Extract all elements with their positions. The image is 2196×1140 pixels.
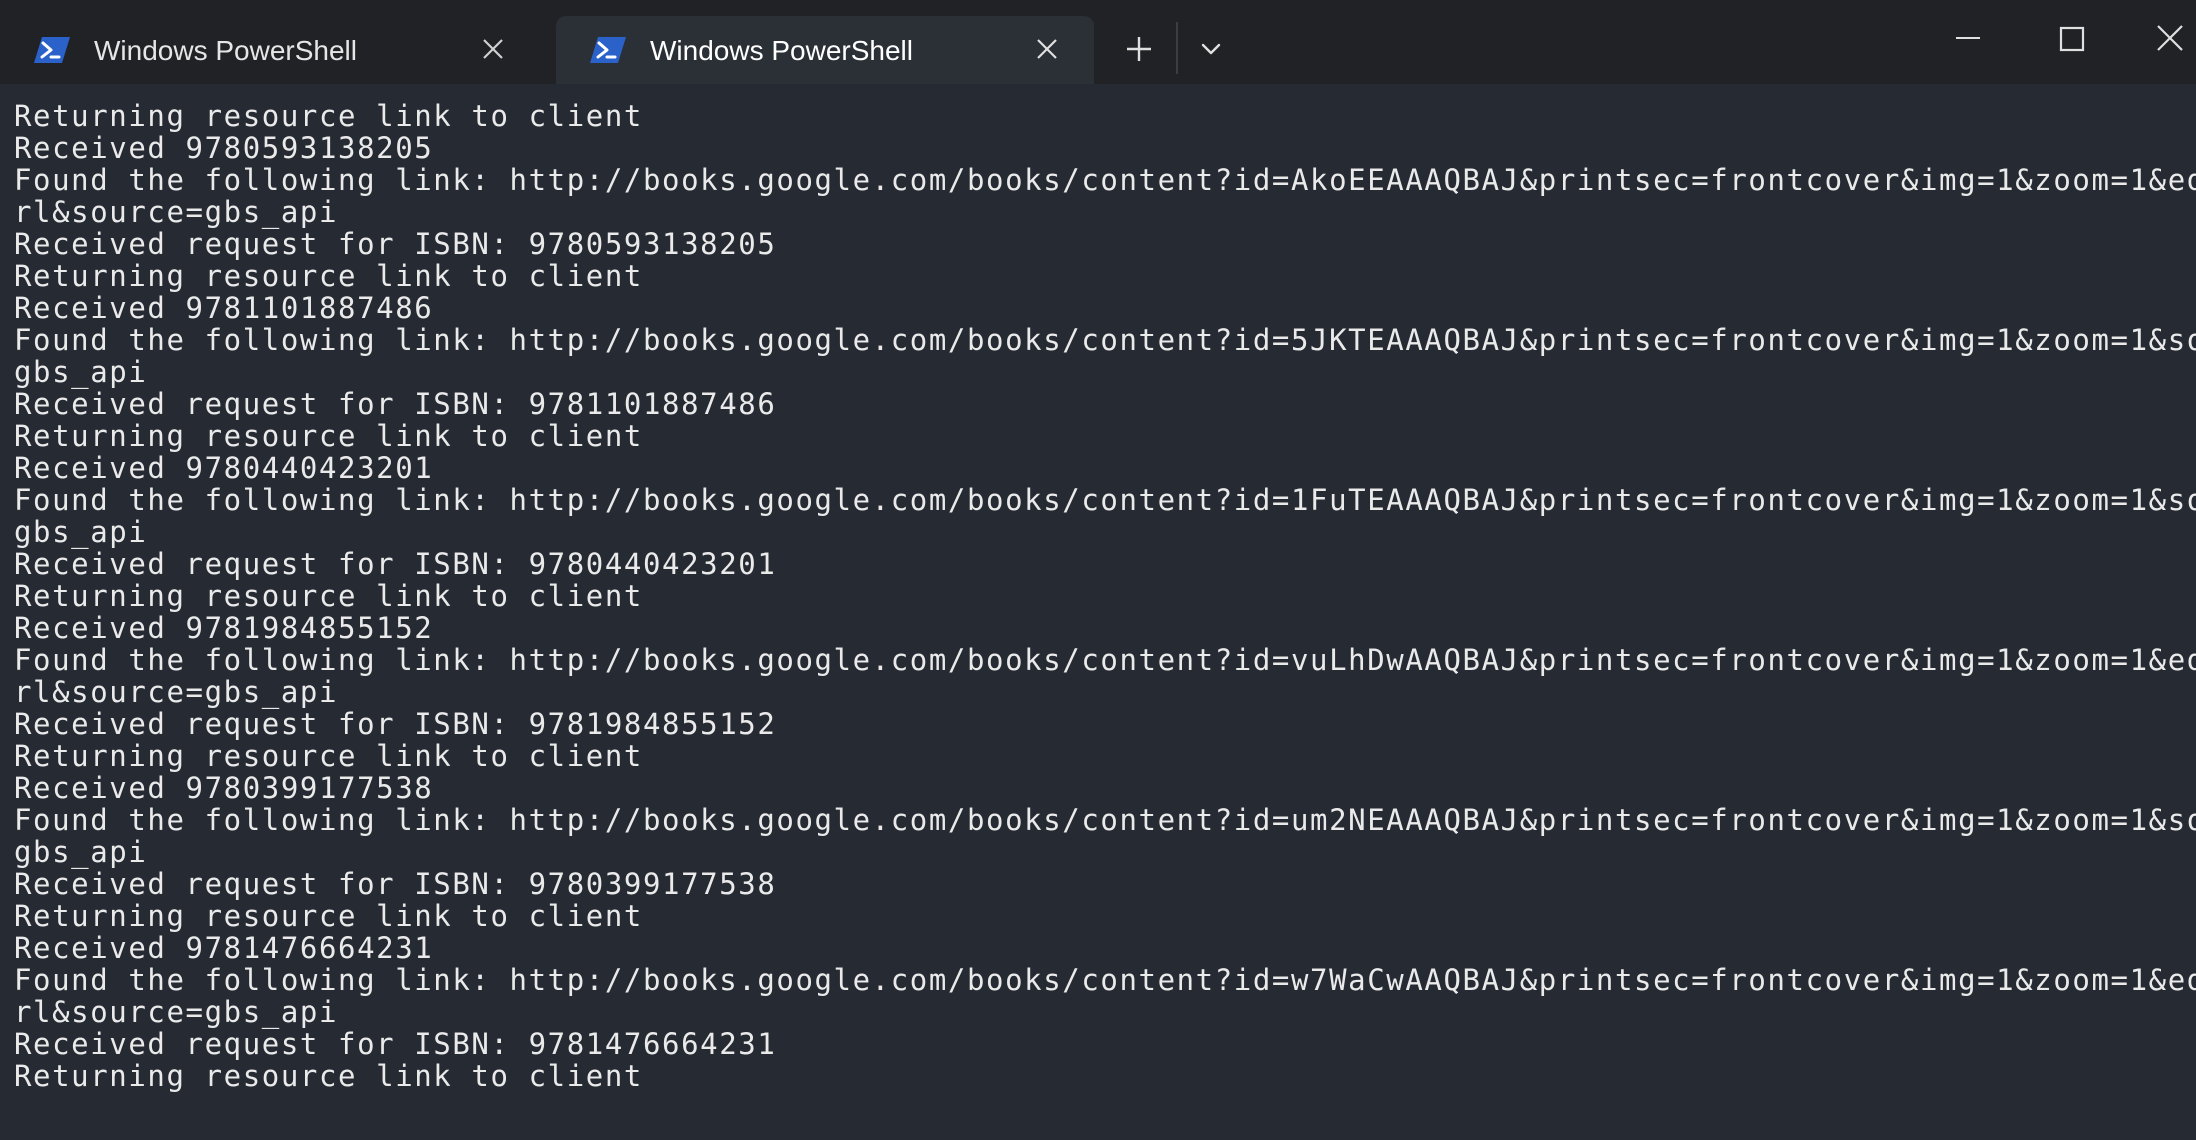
terminal-line: rl&source=gbs_api xyxy=(14,675,339,709)
terminal-output: Returning resource link to client Receiv… xyxy=(14,100,2196,1092)
terminal-line: Received 9781984855152 xyxy=(14,611,434,645)
terminal-line: rl&source=gbs_api xyxy=(14,195,339,229)
tab-title: Windows PowerShell xyxy=(650,35,913,66)
terminal-line: Returning resource link to client xyxy=(14,1059,643,1093)
powershell-icon xyxy=(590,37,626,63)
terminal-line: gbs_api xyxy=(14,355,148,389)
terminal-window: Windows PowerShell Windows PowerShell Re… xyxy=(0,0,2196,1140)
terminal-line: Returning resource link to client xyxy=(14,419,643,453)
terminal-line: Found the following link: http://books.g… xyxy=(14,643,2196,677)
terminal-line: Received 9780593138205 xyxy=(14,131,434,165)
minimize-icon[interactable] xyxy=(1938,18,1998,62)
terminal-line: Received request for ISBN: 9781101887486 xyxy=(14,387,777,421)
terminal-line: Returning resource link to client xyxy=(14,99,643,133)
new-tab-plus-icon[interactable] xyxy=(1118,28,1160,70)
close-icon[interactable] xyxy=(480,36,506,62)
terminal-line: Received request for ISBN: 9781984855152 xyxy=(14,707,777,741)
terminal-line: Returning resource link to client xyxy=(14,579,643,613)
tab-title: Windows PowerShell xyxy=(94,35,357,66)
terminal-line: Received 9780399177538 xyxy=(14,771,434,805)
tab-windows-powershell-1[interactable]: Windows PowerShell xyxy=(0,16,540,84)
terminal-line: rl&source=gbs_api xyxy=(14,995,339,1029)
powershell-icon xyxy=(34,37,70,63)
terminal-line: Received request for ISBN: 9780440423201 xyxy=(14,547,777,581)
terminal-line: Received 9781476664231 xyxy=(14,931,434,965)
terminal-line: Received request for ISBN: 9780399177538 xyxy=(14,867,777,901)
terminal-line: gbs_api xyxy=(14,835,148,869)
terminal-line: Received request for ISBN: 9780593138205 xyxy=(14,227,777,261)
terminal-output-area[interactable]: Returning resource link to client Receiv… xyxy=(0,84,2196,1140)
title-bar[interactable]: Windows PowerShell Windows PowerShell xyxy=(0,0,2196,84)
terminal-line: Found the following link: http://books.g… xyxy=(14,803,2196,837)
maximize-icon[interactable] xyxy=(2042,18,2102,62)
terminal-line: Found the following link: http://books.g… xyxy=(14,323,2196,357)
terminal-line: Returning resource link to client xyxy=(14,739,643,773)
terminal-line: gbs_api xyxy=(14,515,148,549)
terminal-line: Found the following link: http://books.g… xyxy=(14,163,2196,197)
close-window-icon[interactable] xyxy=(2140,18,2196,62)
close-icon[interactable] xyxy=(1034,36,1060,62)
terminal-line: Received 9780440423201 xyxy=(14,451,434,485)
terminal-line: Received request for ISBN: 9781476664231 xyxy=(14,1027,777,1061)
terminal-line: Returning resource link to client xyxy=(14,899,643,933)
tab-windows-powershell-2[interactable]: Windows PowerShell xyxy=(556,16,1094,84)
terminal-line: Found the following link: http://books.g… xyxy=(14,483,2196,517)
chevron-down-icon[interactable] xyxy=(1190,28,1232,70)
toolbar-divider xyxy=(1176,22,1178,74)
terminal-line: Received 9781101887486 xyxy=(14,291,434,325)
terminal-line: Returning resource link to client xyxy=(14,259,643,293)
terminal-line: Found the following link: http://books.g… xyxy=(14,963,2196,997)
